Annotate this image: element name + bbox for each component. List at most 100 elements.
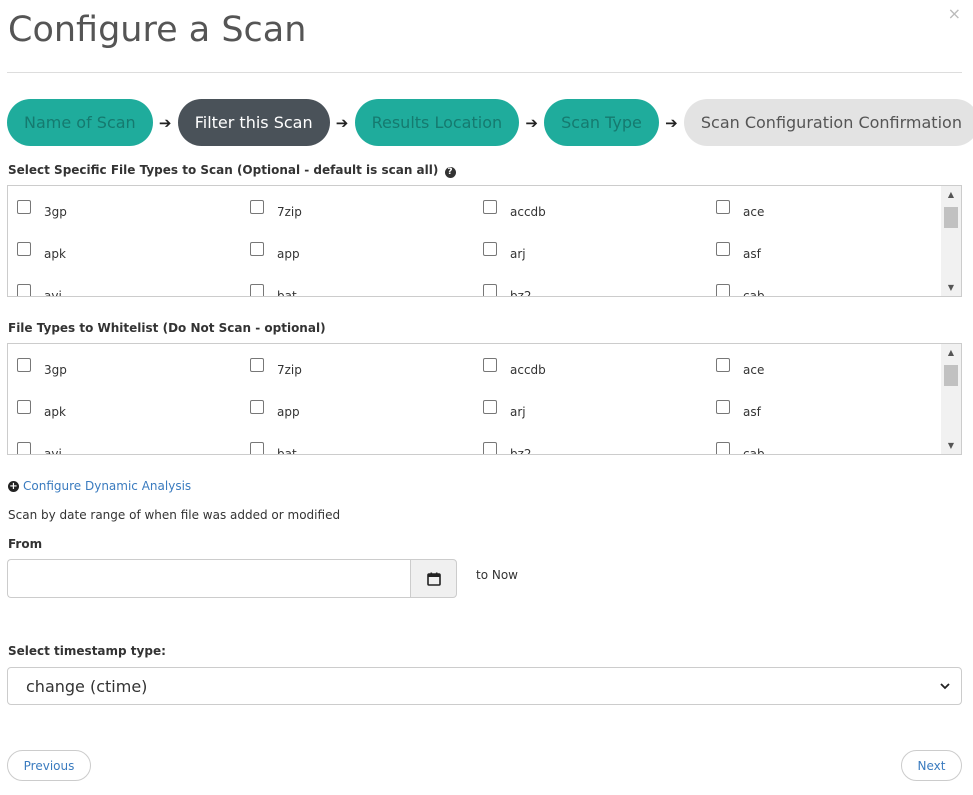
configure-dynamic-analysis-link[interactable]: + Configure Dynamic Analysis [8, 479, 191, 493]
scan-file-types-list[interactable]: 3gp 7zip accdb ace apk app arj asf avi bat bz2 cab … [7, 185, 962, 297]
scan-file-type-checkbox-item[interactable]: accdb [483, 196, 716, 222]
scan-file-types-label-text: Select Specific File Types to Scan (Opti… [8, 163, 439, 177]
whitelist-file-types-grid: 3gp 7zip accdb ace apk app arj asf avi bat bz2 cab [17, 354, 949, 455]
whitelist-file-type-checkbox-label: ace [743, 362, 765, 377]
scan-file-type-checkbox[interactable] [17, 200, 31, 214]
whitelist-file-types-list[interactable]: 3gp 7zip accdb ace apk app arj asf avi bat bz2 cab … [7, 343, 962, 455]
whitelist-file-type-checkbox-item[interactable]: accdb [483, 354, 716, 380]
scan-file-type-checkbox-label: asf [743, 246, 761, 261]
whitelist-file-type-checkbox-item[interactable]: arj [483, 396, 716, 422]
scan-file-type-checkbox[interactable] [716, 242, 730, 256]
scan-file-type-checkbox[interactable] [17, 284, 31, 296]
scan-file-type-checkbox-item[interactable]: 3gp [17, 196, 250, 222]
previous-button[interactable]: Previous [7, 750, 91, 781]
scroll-down-icon[interactable]: ▼ [941, 437, 961, 454]
whitelist-file-type-checkbox-item[interactable]: bz2 [483, 438, 716, 454]
to-now-label: to Now [476, 568, 518, 582]
wizard-step-name-of-scan[interactable]: Name of Scan [7, 99, 153, 146]
scroll-up-icon[interactable]: ▲ [941, 344, 961, 361]
whitelist-file-type-checkbox[interactable] [483, 400, 497, 414]
whitelist-file-type-checkbox-label: accdb [510, 362, 546, 377]
scan-file-type-checkbox-item[interactable]: cab [716, 280, 949, 296]
scan-file-types-grid: 3gp 7zip accdb ace apk app arj asf avi bat bz2 cab [17, 196, 949, 296]
whitelist-file-type-checkbox-item[interactable]: 7zip [250, 354, 483, 380]
from-date-input[interactable] [7, 559, 411, 598]
arrow-right-icon: ➔ [335, 113, 349, 132]
scan-file-type-checkbox-item[interactable]: bz2 [483, 280, 716, 296]
wizard-step-scan-configuration-confirmation[interactable]: Scan Configuration Confirmation [683, 99, 973, 146]
scan-file-type-checkbox[interactable] [483, 284, 497, 296]
scroll-thumb[interactable] [944, 207, 958, 228]
whitelist-file-type-checkbox[interactable] [250, 358, 264, 372]
chevron-down-icon [940, 683, 950, 690]
whitelist-file-type-checkbox-item[interactable]: app [250, 396, 483, 422]
whitelist-file-type-checkbox-item[interactable]: avi [17, 438, 250, 455]
next-button[interactable]: Next [901, 750, 962, 781]
whitelist-file-type-checkbox[interactable] [716, 358, 730, 372]
whitelist-file-type-checkbox-label: 7zip [277, 362, 302, 377]
scroll-thumb[interactable] [944, 365, 958, 386]
wizard-step-label: Filter this Scan [194, 113, 313, 132]
whitelist-file-type-checkbox-label: apk [44, 404, 66, 419]
whitelist-file-type-checkbox[interactable] [483, 442, 497, 454]
title-divider [7, 72, 962, 73]
scan-file-type-checkbox[interactable] [483, 242, 497, 256]
scan-file-type-checkbox-item[interactable]: 7zip [250, 196, 483, 222]
scan-file-type-checkbox-item[interactable]: asf [716, 238, 949, 264]
whitelist-file-type-checkbox[interactable] [17, 442, 31, 454]
whitelist-file-type-checkbox-label: asf [743, 404, 761, 419]
scan-file-type-checkbox-item[interactable]: ace [716, 196, 949, 222]
timestamp-type-selected: change (ctime) [26, 676, 148, 696]
scan-file-type-checkbox[interactable] [250, 200, 264, 214]
scan-file-type-checkbox-item[interactable]: bat [250, 280, 483, 296]
scan-file-type-checkbox[interactable] [250, 284, 264, 296]
scan-file-type-checkbox-label: apk [44, 246, 66, 261]
whitelist-file-type-checkbox[interactable] [250, 400, 264, 414]
whitelist-file-type-checkbox-label: avi [44, 446, 62, 455]
scan-file-type-checkbox[interactable] [17, 242, 31, 256]
whitelist-file-type-checkbox[interactable] [716, 400, 730, 414]
calendar-button[interactable] [410, 559, 457, 598]
scan-file-type-checkbox-item[interactable]: app [250, 238, 483, 264]
scroll-down-icon[interactable]: ▼ [941, 279, 961, 296]
whitelist-file-types-label: File Types to Whitelist (Do Not Scan - o… [8, 321, 326, 335]
plus-circle-icon: + [8, 480, 19, 492]
whitelist-file-type-checkbox-item[interactable]: bat [250, 438, 483, 454]
scan-file-type-checkbox-item[interactable]: arj [483, 238, 716, 264]
scan-file-type-checkbox[interactable] [716, 284, 730, 296]
wizard-step-results-location[interactable]: Results Location [354, 99, 520, 146]
scan-file-type-checkbox-item[interactable]: avi [17, 280, 250, 296]
whitelist-file-type-checkbox-label: app [277, 404, 300, 419]
whitelist-file-type-checkbox-item[interactable]: asf [716, 396, 949, 422]
wizard-step-filter-this-scan[interactable]: Filter this Scan [177, 99, 330, 146]
whitelist-file-type-checkbox-item[interactable]: 3gp [17, 354, 250, 380]
whitelist-file-type-checkbox-item[interactable]: ace [716, 354, 949, 380]
scroll-up-icon[interactable]: ▲ [941, 186, 961, 203]
arrow-right-icon: ➔ [665, 113, 678, 132]
whitelist-file-type-checkbox[interactable] [250, 442, 264, 454]
wizard-steps: Name of Scan ➔ Filter this Scan ➔ Result… [7, 99, 973, 146]
scan-file-type-checkbox[interactable] [483, 200, 497, 214]
scan-file-type-checkbox-item[interactable]: apk [17, 238, 250, 264]
whitelist-file-type-checkbox-label: cab [743, 446, 765, 455]
whitelist-file-type-checkbox[interactable] [17, 400, 31, 414]
scan-file-type-checkbox-label: arj [510, 246, 526, 261]
whitelist-file-type-checkbox-item[interactable]: apk [17, 396, 250, 422]
scan-file-type-checkbox[interactable] [250, 242, 264, 256]
scrollbar[interactable]: ▲ ▼ [941, 186, 961, 296]
timestamp-type-select[interactable]: change (ctime) [7, 667, 962, 705]
whitelist-file-type-checkbox[interactable] [716, 442, 730, 454]
arrow-right-icon: ➔ [158, 113, 172, 132]
whitelist-file-type-checkbox[interactable] [17, 358, 31, 372]
scan-file-type-checkbox-label: 3gp [44, 204, 67, 219]
wizard-step-label: Name of Scan [24, 113, 136, 132]
whitelist-file-type-checkbox-label: arj [510, 404, 526, 419]
wizard-step-scan-type[interactable]: Scan Type [544, 99, 659, 146]
close-button[interactable]: × [948, 6, 961, 22]
scan-file-type-checkbox-label: accdb [510, 204, 546, 219]
scrollbar[interactable]: ▲ ▼ [941, 344, 961, 454]
whitelist-file-type-checkbox[interactable] [483, 358, 497, 372]
question-circle-icon[interactable]: ? [444, 167, 456, 178]
scan-file-type-checkbox[interactable] [716, 200, 730, 214]
whitelist-file-type-checkbox-item[interactable]: cab [716, 438, 949, 455]
